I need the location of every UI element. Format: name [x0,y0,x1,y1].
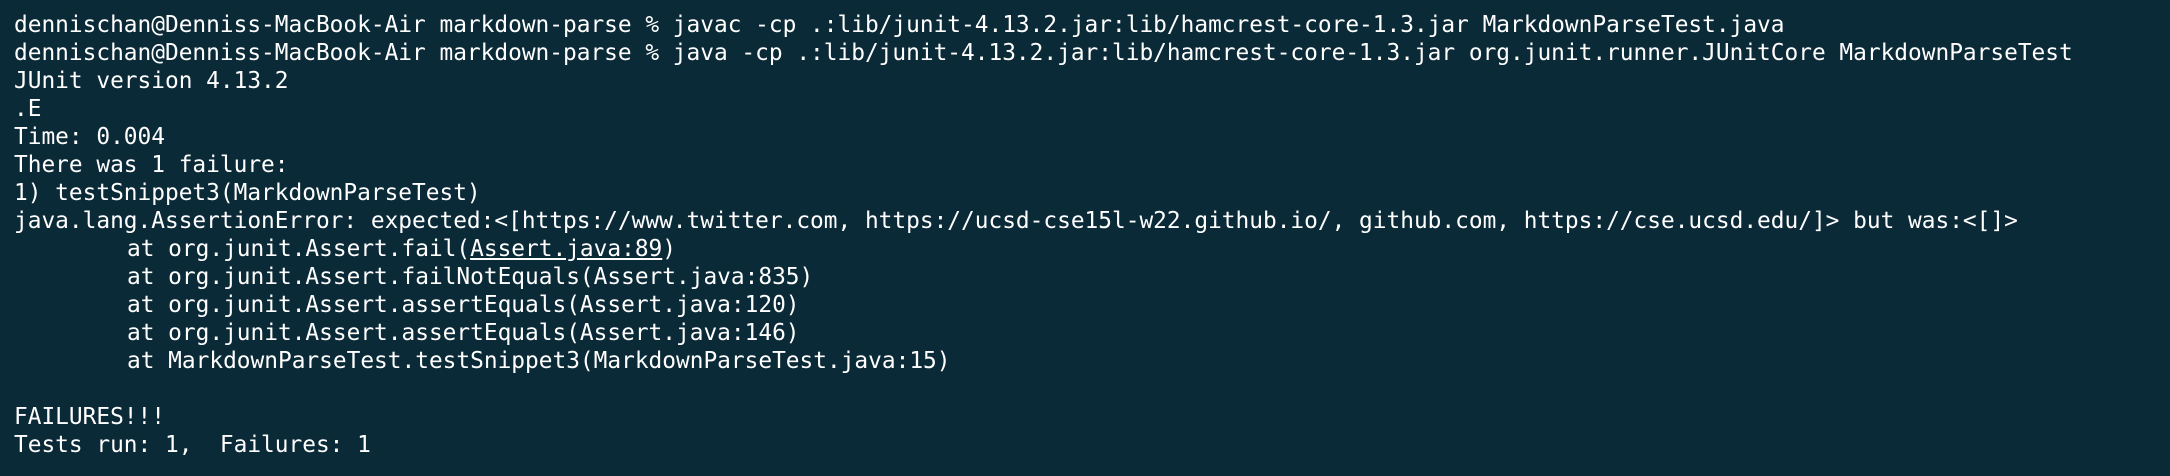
stack-trace-text: at org.junit.Assert.assertEquals(Assert.… [127,320,800,346]
command-line-javac: dennischan@Denniss-MacBook-Air markdown-… [14,12,1785,38]
output-failures-banner: FAILURES!!! [14,404,165,430]
terminal-window[interactable]: dennischan@Denniss-MacBook-Air markdown-… [0,0,2170,476]
stack-trace-text: at MarkdownParseTest.testSnippet3(Markdo… [127,348,951,374]
stack-trace-text: at org.junit.Assert.assertEquals(Assert.… [127,292,800,318]
stack-trace-line: at org.junit.Assert.fail(Assert.java:89) [14,235,2170,263]
output-test-progress: .E [14,96,42,122]
command-line-java: dennischan@Denniss-MacBook-Air markdown-… [14,40,2073,66]
output-junit-version: JUnit version 4.13.2 [14,68,289,94]
stack-trace-line: at org.junit.Assert.assertEquals(Assert.… [14,291,2170,319]
output-time: Time: 0.004 [14,124,165,150]
stack-trace-prefix: at org.junit.Assert.fail( [127,236,471,262]
output-tests-summary: Tests run: 1, Failures: 1 [14,432,371,458]
output-assertion-error: java.lang.AssertionError: expected:<[htt… [14,208,2018,234]
stack-trace-line: at org.junit.Assert.failNotEquals(Assert… [14,263,2170,291]
stack-trace-link[interactable]: Assert.java:89 [470,236,662,262]
stack-trace-line: at MarkdownParseTest.testSnippet3(Markdo… [14,347,2170,375]
output-failed-test: 1) testSnippet3(MarkdownParseTest) [14,180,481,206]
output-failure-count: There was 1 failure: [14,152,289,178]
stack-trace-line: at org.junit.Assert.assertEquals(Assert.… [14,319,2170,347]
stack-trace-suffix: ) [662,236,677,262]
stack-trace-text: at org.junit.Assert.failNotEquals(Assert… [127,264,814,290]
